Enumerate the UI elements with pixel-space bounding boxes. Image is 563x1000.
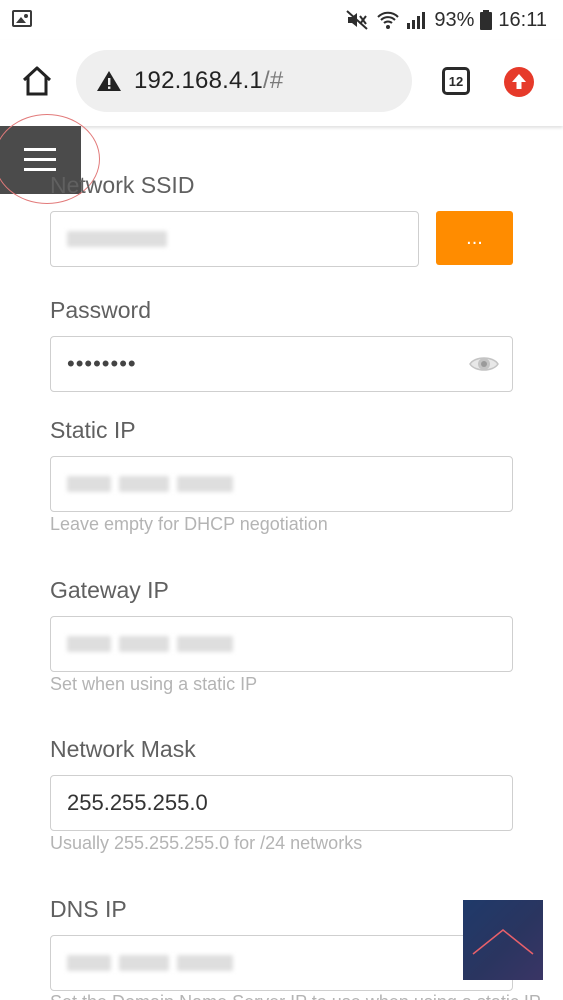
network-mask-input[interactable]: 255.255.255.0 (50, 775, 513, 831)
redacted-value (177, 955, 233, 971)
browser-toolbar: 192.168.4.1/# 12 (0, 40, 563, 126)
dns-ip-input[interactable] (50, 935, 513, 991)
password-value: •••••••• (67, 351, 137, 376)
redacted-value (119, 476, 169, 492)
status-bar: 93% 16:11 (0, 0, 563, 40)
url-host: 192.168.4.1 (134, 67, 263, 94)
static-ip-hint: Leave empty for DHCP negotiation (50, 514, 328, 534)
ssid-label: Network SSID (50, 172, 195, 198)
chevron-up-icon (472, 929, 534, 955)
url-text[interactable]: 192.168.4.1/# (134, 67, 283, 95)
status-icons: 93% 16:11 (346, 8, 547, 32)
redacted-value (67, 231, 167, 247)
hamburger-bar (24, 158, 56, 161)
home-icon[interactable] (20, 64, 54, 98)
gateway-ip-hint: Set when using a static IP (50, 674, 258, 694)
gateway-ip-input[interactable] (50, 616, 513, 672)
dns-ip-label: DNS IP (50, 896, 127, 922)
not-secure-warning-icon[interactable] (96, 70, 122, 92)
redacted-value (67, 955, 111, 971)
mute-icon (346, 10, 369, 30)
redacted-value (177, 476, 233, 492)
image-notification-icon (12, 10, 32, 27)
hamburger-bar (24, 168, 56, 171)
address-bar[interactable]: 192.168.4.1/# (76, 50, 412, 112)
redacted-value (67, 636, 111, 652)
clock: 16:11 (498, 8, 547, 31)
update-icon[interactable] (504, 67, 534, 97)
battery-percent: 93% (434, 8, 475, 31)
url-fragment: /# (263, 67, 284, 94)
scan-networks-button[interactable]: ... (436, 211, 513, 265)
ssid-input[interactable] (50, 211, 419, 267)
redacted-value (67, 476, 111, 492)
wifi-icon (377, 11, 400, 29)
redacted-value (119, 955, 169, 971)
network-mask-hint: Usually 255.255.255.0 for /24 networks (50, 833, 363, 853)
password-label: Password (50, 297, 151, 323)
signal-icon (407, 12, 426, 29)
static-ip-input[interactable] (50, 456, 513, 512)
tab-switcher-button[interactable]: 12 (442, 67, 470, 95)
redacted-value (177, 636, 233, 652)
battery-icon (480, 10, 493, 30)
network-mask-label: Network Mask (50, 736, 196, 762)
static-ip-label: Static IP (50, 417, 136, 443)
dns-ip-hint: Set the Domain Name Server IP to use whe… (50, 992, 541, 1000)
gateway-ip-label: Gateway IP (50, 577, 169, 603)
redacted-value (119, 636, 169, 652)
back-to-top-button[interactable] (463, 900, 543, 980)
show-password-icon[interactable] (468, 351, 500, 377)
hamburger-icon (24, 148, 56, 151)
network-mask-value: 255.255.255.0 (67, 790, 208, 815)
password-input[interactable]: •••••••• (50, 336, 513, 392)
